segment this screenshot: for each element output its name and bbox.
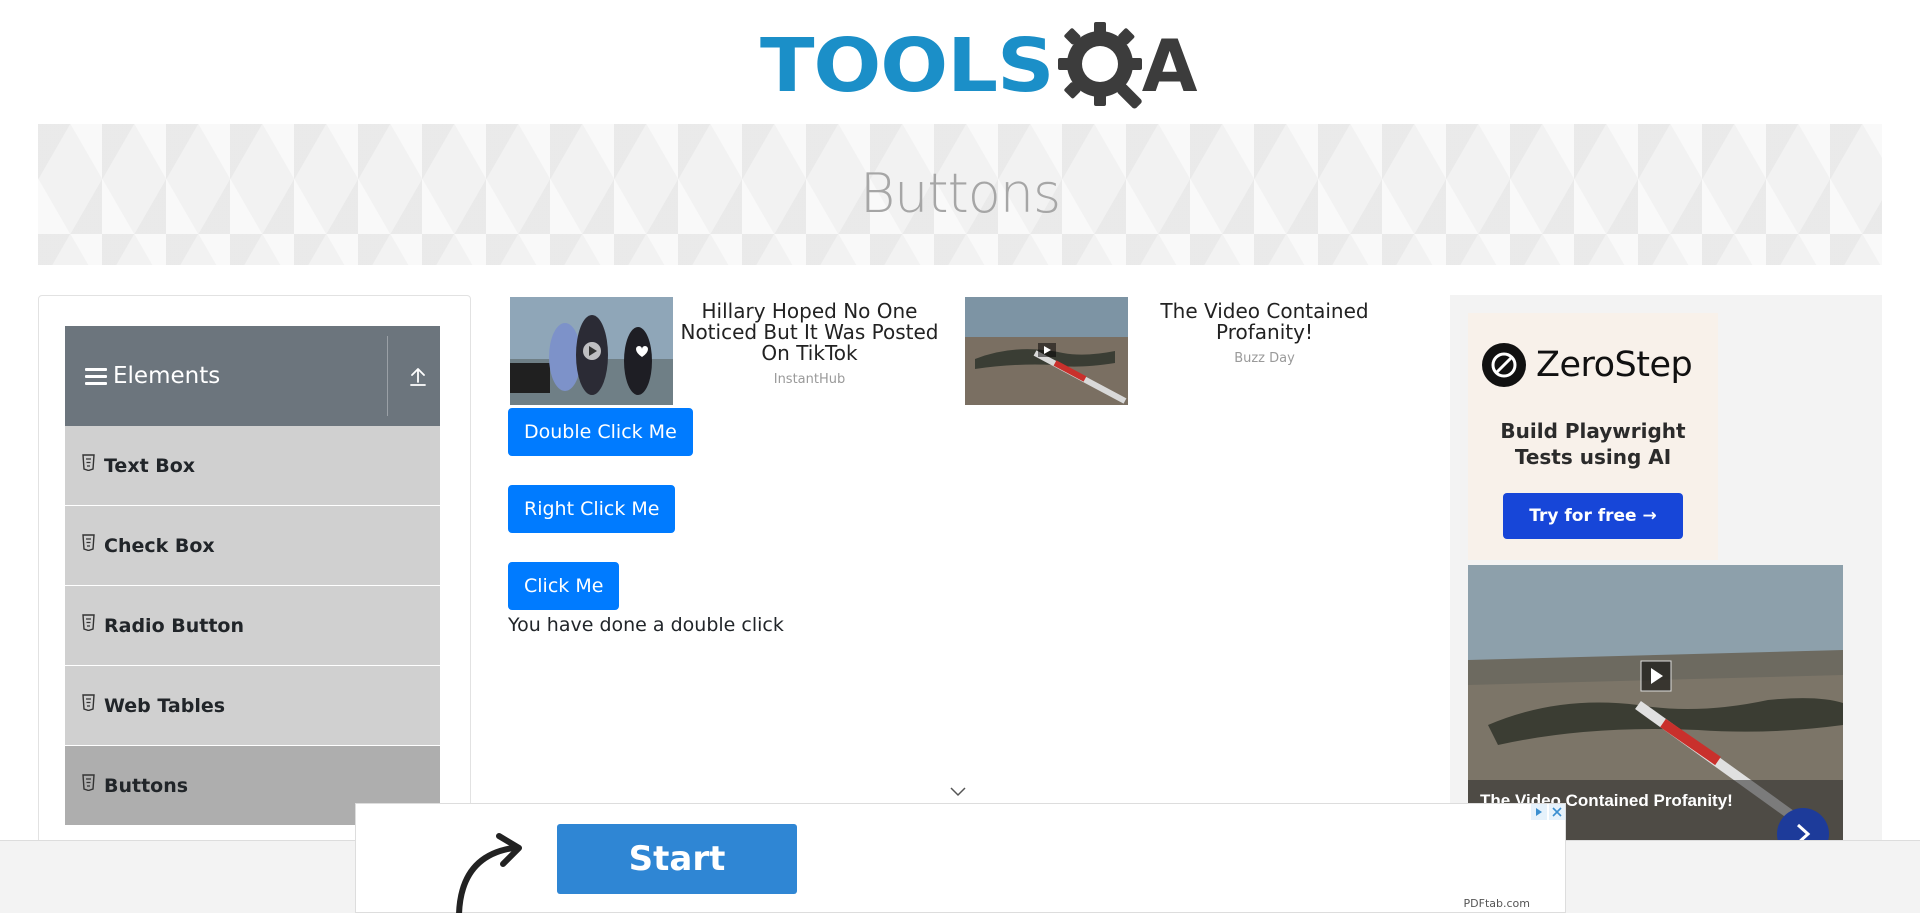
sponsored-ad-2[interactable]: The Video Contained Profanity! Buzz Day — [965, 297, 1397, 405]
hamburger-icon — [85, 367, 107, 385]
sidebar-item-text-box[interactable]: Text Box — [65, 426, 440, 506]
zerostep-ad[interactable]: ZeroStep Build Playwright Tests using AI… — [1468, 313, 1718, 560]
sidebar-item-check-box[interactable]: Check Box — [65, 506, 440, 586]
html5-file-icon — [82, 774, 95, 791]
sidebar-item-radio-button[interactable]: Radio Button — [65, 586, 440, 666]
gear-magnifier-icon — [1057, 22, 1142, 109]
click-me-button[interactable]: Click Me — [508, 562, 620, 610]
ad-text: The Video Contained Profanity! Buzz Day — [1132, 301, 1397, 405]
html5-file-icon — [82, 694, 95, 711]
ad-source: InstantHub — [773, 372, 846, 387]
start-button[interactable]: Start — [557, 824, 797, 894]
video-thumbnail-icon — [510, 297, 673, 405]
sidebar-item-label: Radio Button — [104, 614, 244, 637]
sidebar-group-title: Elements — [113, 363, 221, 389]
curved-arrow-icon — [456, 833, 522, 913]
ad-source: Buzz Day — [1234, 351, 1295, 366]
logo-a-text: A — [1141, 24, 1198, 108]
right-click-button[interactable]: Right Click Me — [508, 485, 676, 533]
sidebar-item-web-tables[interactable]: Web Tables — [65, 666, 440, 746]
ad-headline[interactable]: Hillary Hoped No One Noticed But It Was … — [677, 301, 942, 364]
page-title: Buttons — [859, 162, 1061, 225]
zerostep-brand: ZeroStep — [1536, 345, 1693, 385]
close-icon[interactable] — [1549, 804, 1565, 820]
toolsqa-logo[interactable]: TOOLS A — [760, 18, 1197, 114]
zerostep-tagline: Build Playwright Tests using AI — [1468, 418, 1718, 470]
sidebar-item-label: Text Box — [104, 454, 196, 477]
page: TOOLS A Buttons Elements Text Box Check … — [0, 0, 1920, 913]
sidebar-item-label: Check Box — [104, 534, 215, 557]
logo-tools-text: TOOLS — [760, 23, 1055, 109]
ad-text: Hillary Hoped No One Noticed But It Was … — [677, 301, 942, 405]
header-divider — [387, 336, 388, 416]
collapse-arrow-icon[interactable] — [406, 364, 430, 388]
tagline-line-1: Build Playwright — [1500, 419, 1686, 443]
chevron-down-icon[interactable] — [950, 785, 966, 797]
ad-controls — [1531, 804, 1565, 820]
zerostep-mark-icon — [1482, 343, 1526, 387]
sidebar-group-elements[interactable]: Elements — [65, 326, 440, 426]
logo-qa: A — [1056, 20, 1198, 112]
html5-file-icon — [82, 614, 95, 631]
bottom-banner-ad[interactable]: Start PDFtab.com — [355, 803, 1566, 913]
try-for-free-button[interactable]: Try for free → — [1503, 493, 1683, 539]
page-banner: Buttons — [38, 124, 1882, 265]
adchoices-icon[interactable] — [1531, 804, 1547, 820]
tagline-line-2: Tests using AI — [1514, 445, 1672, 469]
double-click-button[interactable]: Double Click Me — [508, 408, 693, 456]
sidebar-menu: Text Box Check Box Radio Button Web Tabl… — [65, 426, 440, 826]
ad-thumbnail-image — [965, 297, 1128, 405]
ad-thumbnail-image — [510, 297, 673, 405]
double-click-message: You have done a double click — [508, 614, 784, 636]
video-thumbnail-icon — [965, 297, 1128, 405]
sidebar-item-label: Buttons — [104, 774, 189, 797]
ad-source: PDFtab.com — [1463, 897, 1530, 910]
html5-file-icon — [82, 454, 95, 471]
ad-headline[interactable]: The Video Contained Profanity! — [1132, 301, 1397, 343]
sponsored-ad-1[interactable]: Hillary Hoped No One Noticed But It Was … — [510, 297, 942, 405]
sidebar-item-label: Web Tables — [104, 694, 226, 717]
html5-file-icon — [82, 534, 95, 551]
zerostep-logo: ZeroStep — [1482, 343, 1693, 387]
